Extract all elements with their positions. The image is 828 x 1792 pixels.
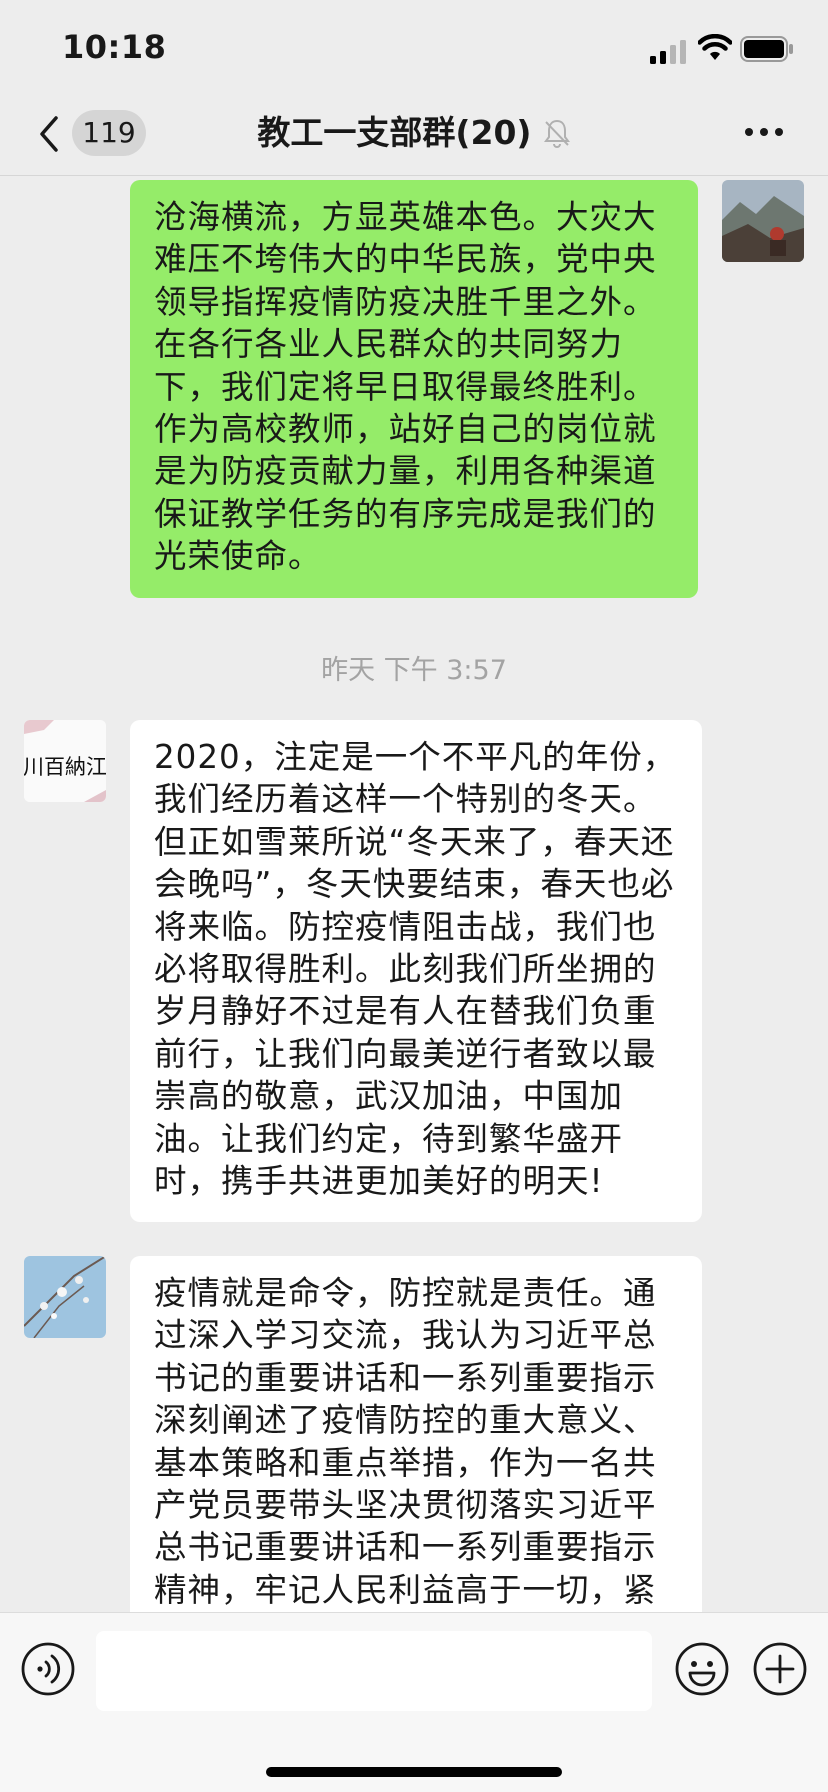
status-time: 10:18 [62,28,167,66]
wifi-icon [698,34,732,60]
home-indicator [266,1767,562,1777]
chat-input-bar [0,1612,828,1792]
chat-header: 119 教工一支部群(20) [0,96,828,176]
emoji-icon[interactable] [674,1641,730,1697]
chat-title: 教工一支部群(20) [257,113,532,152]
status-bar: 10:18 [0,0,828,96]
signal-icon [650,40,686,64]
voice-icon[interactable] [20,1641,76,1697]
more-dots-icon[interactable] [744,126,784,138]
message-input[interactable] [96,1631,652,1711]
battery-icon [740,36,793,62]
message-timestamp: 昨天 下午 3:57 [321,655,507,686]
blossom-sky-avatar[interactable] [24,1256,106,1338]
bell-muted-icon [543,119,570,148]
incoming-message-bubble[interactable]: 2020，注定是一个不平凡的年份，我们经历着这样一个特别的冬天。但正如雪莱所说“… [130,720,702,1222]
avatar-calligraphy-text: 川百納江 [24,755,106,779]
chevron-left-icon[interactable] [36,114,64,154]
unread-count-badge[interactable]: 119 [72,110,146,156]
calligraphy-avatar[interactable]: 川百納江 [24,720,106,802]
plus-icon[interactable] [752,1641,808,1697]
chat-title-area[interactable]: 教工一支部群(20) [200,110,628,156]
mountain-photo-avatar[interactable] [722,180,804,262]
outgoing-message-bubble[interactable]: 沧海横流，方显英雄本色。大灾大难压不垮伟大的中华民族，党中央领导指挥疫情防疫决胜… [130,180,698,598]
